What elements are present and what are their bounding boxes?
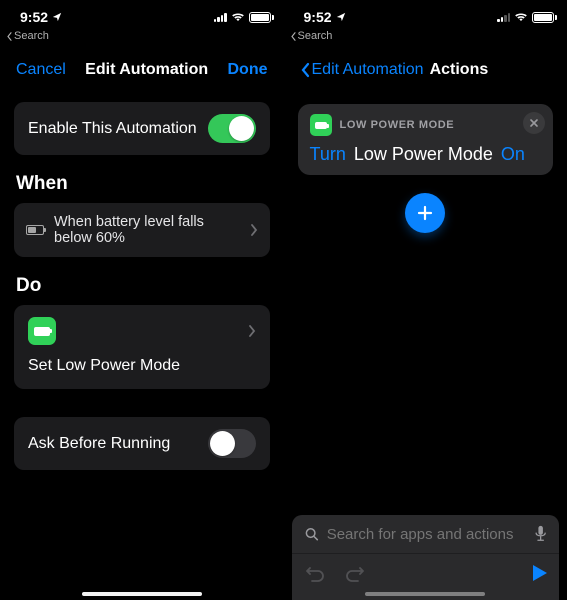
- battery-level-icon: [26, 225, 44, 235]
- do-header: Do: [16, 275, 268, 297]
- action-verb[interactable]: Turn: [310, 144, 346, 165]
- remove-action-button[interactable]: [523, 112, 545, 134]
- when-condition-row[interactable]: When battery level falls below 60%: [14, 203, 270, 257]
- chevron-left-icon: [300, 62, 310, 78]
- when-header: When: [16, 173, 268, 195]
- back-button-label: Edit Automation: [312, 61, 424, 79]
- search-icon: [304, 526, 319, 542]
- when-condition-text: When battery level falls below 60%: [54, 214, 240, 246]
- navbar: Cancel Edit Automation Done: [0, 48, 284, 92]
- do-action-label: Set Low Power Mode: [28, 357, 180, 374]
- status-bar: 9:52: [284, 0, 567, 34]
- location-icon: [336, 12, 346, 22]
- close-icon: [529, 118, 539, 128]
- add-action-button[interactable]: [405, 193, 445, 233]
- cellular-signal-icon: [497, 12, 510, 22]
- back-to-app-label: Search: [298, 30, 333, 42]
- status-time: 9:52: [304, 9, 332, 25]
- redo-icon[interactable]: [344, 562, 366, 584]
- status-time: 9:52: [20, 9, 48, 25]
- wifi-icon: [231, 12, 245, 22]
- action-state[interactable]: On: [501, 144, 525, 165]
- ask-before-running-label: Ask Before Running: [28, 435, 170, 453]
- page-title: Actions: [430, 61, 489, 79]
- enable-automation-label: Enable This Automation: [28, 120, 197, 138]
- low-power-mode-icon: [28, 317, 56, 345]
- low-power-mode-icon: [310, 114, 332, 136]
- back-button[interactable]: Edit Automation: [300, 61, 424, 79]
- do-action-row[interactable]: Set Low Power Mode: [14, 305, 270, 389]
- microphone-icon[interactable]: [534, 525, 547, 543]
- location-icon: [52, 12, 62, 22]
- search-input[interactable]: [327, 526, 526, 543]
- search-bar[interactable]: [292, 515, 560, 553]
- status-bar: 9:52: [0, 0, 284, 34]
- plus-icon: [416, 204, 434, 222]
- cellular-signal-icon: [214, 12, 227, 22]
- home-indicator[interactable]: [82, 592, 202, 596]
- enable-automation-row: Enable This Automation: [14, 102, 270, 155]
- action-card-header: LOW POWER MODE: [340, 119, 455, 131]
- run-button[interactable]: [533, 565, 547, 581]
- wifi-icon: [514, 12, 528, 22]
- actions-screen: 9:52 Search Edit Automation Actions: [284, 0, 567, 600]
- navbar: Edit Automation Actions: [284, 48, 567, 92]
- battery-icon: [249, 12, 274, 23]
- undo-icon[interactable]: [304, 562, 326, 584]
- action-card[interactable]: LOW POWER MODE Turn Low Power Mode On: [298, 104, 554, 175]
- home-indicator[interactable]: [365, 592, 485, 596]
- action-object: Low Power Mode: [354, 144, 493, 165]
- back-to-app[interactable]: Search: [290, 30, 333, 42]
- chevron-right-icon: [250, 224, 258, 236]
- battery-icon: [532, 12, 557, 23]
- back-to-app-label: Search: [14, 30, 49, 42]
- enable-automation-toggle[interactable]: [208, 114, 256, 143]
- edit-automation-screen: 9:52 Search Cancel Edit Automation Done …: [0, 0, 284, 600]
- chevron-right-icon: [248, 325, 256, 337]
- done-button[interactable]: Done: [228, 61, 268, 79]
- cancel-button[interactable]: Cancel: [16, 61, 66, 79]
- ask-before-running-toggle[interactable]: [208, 429, 256, 458]
- page-title: Edit Automation: [66, 61, 228, 79]
- ask-before-running-row: Ask Before Running: [14, 417, 270, 470]
- back-to-app[interactable]: Search: [6, 30, 49, 42]
